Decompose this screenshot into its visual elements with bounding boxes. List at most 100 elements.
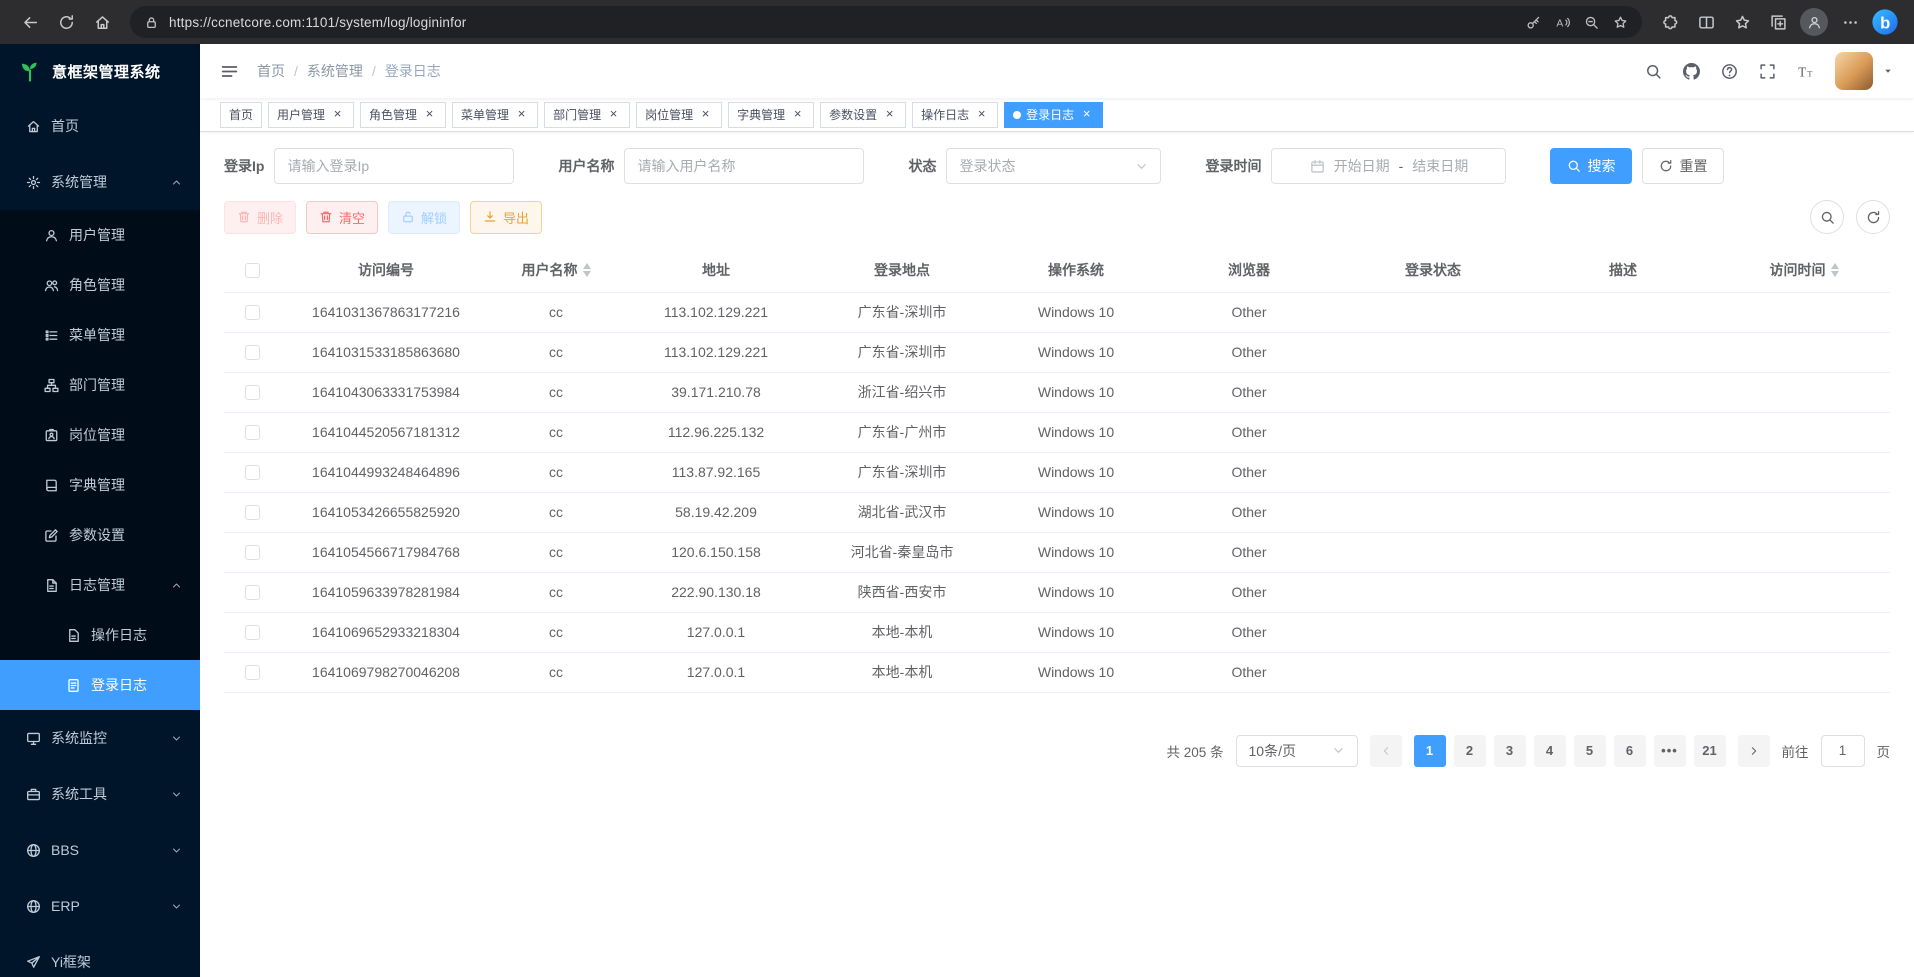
browser-menu-icon[interactable] <box>1832 5 1868 39</box>
page-button-4[interactable]: 4 <box>1534 735 1566 767</box>
close-icon[interactable]: × <box>1079 107 1094 122</box>
font-size-icon[interactable]: TT <box>1797 63 1814 80</box>
sidebar-item-dict-mgmt[interactable]: 字典管理 <box>0 460 200 510</box>
sort-carets-icon[interactable] <box>1831 263 1839 277</box>
page-button-6[interactable]: 6 <box>1614 735 1646 767</box>
sidebar-item-operation-log[interactable]: 操作日志 <box>0 610 200 660</box>
split-screen-icon[interactable] <box>1688 5 1724 39</box>
tab-role-mgmt[interactable]: 角色管理× <box>360 102 446 128</box>
close-icon[interactable]: × <box>882 107 897 122</box>
password-key-icon[interactable] <box>1526 15 1541 30</box>
page-button-5[interactable]: 5 <box>1574 735 1606 767</box>
sidebar-item-yi-framework[interactable]: Yi框架 <box>0 934 200 977</box>
browser-back-icon[interactable] <box>12 5 48 39</box>
collections-icon[interactable] <box>1760 5 1796 39</box>
tab-menu-mgmt[interactable]: 菜单管理× <box>452 102 538 128</box>
row-checkbox[interactable] <box>245 665 260 680</box>
row-checkbox[interactable] <box>245 585 260 600</box>
bing-icon[interactable]: b <box>1868 5 1902 39</box>
read-aloud-icon[interactable]: A <box>1555 15 1570 30</box>
close-icon[interactable]: × <box>606 107 621 122</box>
pages-more-button[interactable]: ••• <box>1654 735 1686 767</box>
tab-login-log[interactable]: 登录日志× <box>1004 102 1103 128</box>
date-range-picker[interactable]: 开始日期 - 结束日期 <box>1271 148 1506 184</box>
sidebar-item-user-mgmt[interactable]: 用户管理 <box>0 210 200 260</box>
sidebar-item-role-mgmt[interactable]: 角色管理 <box>0 260 200 310</box>
row-checkbox[interactable] <box>245 305 260 320</box>
tab-post-mgmt[interactable]: 岗位管理× <box>636 102 722 128</box>
select-all-checkbox[interactable] <box>245 263 260 278</box>
row-checkbox[interactable] <box>245 425 260 440</box>
row-checkbox[interactable] <box>245 625 260 640</box>
page-button-3[interactable]: 3 <box>1494 735 1526 767</box>
refresh-table-button[interactable] <box>1856 200 1890 234</box>
unlock-button[interactable]: 解锁 <box>388 201 460 234</box>
prev-page-button[interactable] <box>1370 735 1402 767</box>
tab-user-mgmt[interactable]: 用户管理× <box>268 102 354 128</box>
tab-param-settings[interactable]: 参数设置× <box>820 102 906 128</box>
fullscreen-icon[interactable] <box>1759 63 1776 80</box>
clear-button[interactable]: 清空 <box>306 201 378 234</box>
extensions-icon[interactable] <box>1652 5 1688 39</box>
row-checkbox[interactable] <box>245 545 260 560</box>
sidebar-item-menu-mgmt[interactable]: 菜单管理 <box>0 310 200 360</box>
row-checkbox[interactable] <box>245 345 260 360</box>
close-icon[interactable]: × <box>422 107 437 122</box>
browser-address-bar[interactable]: https://ccnetcore.com:1101/system/log/lo… <box>130 6 1642 38</box>
zoom-out-icon[interactable] <box>1584 15 1599 30</box>
breadcrumb-home[interactable]: 首页 <box>257 61 307 81</box>
sidebar-item-system-tools[interactable]: 系统工具 <box>0 766 200 822</box>
sidebar-item-log-mgmt[interactable]: 日志管理 <box>0 560 200 610</box>
tab-dept-mgmt[interactable]: 部门管理× <box>544 102 630 128</box>
sidebar-item-system-monitor[interactable]: 系统监控 <box>0 710 200 766</box>
ip-input[interactable] <box>287 158 501 174</box>
url-text[interactable]: https://ccnetcore.com:1101/system/log/lo… <box>169 15 1512 30</box>
sidebar-toggle-button[interactable] <box>220 62 239 81</box>
browser-refresh-icon[interactable] <box>48 5 84 39</box>
column-header-time[interactable]: 访问时间 <box>1718 248 1890 292</box>
sidebar-item-login-log[interactable]: 登录日志 <box>0 660 200 710</box>
goto-page-input[interactable] <box>1821 735 1865 767</box>
column-header-user[interactable]: 用户名称 <box>492 248 620 292</box>
sidebar-item-param-settings[interactable]: 参数设置 <box>0 510 200 560</box>
page-button-2[interactable]: 2 <box>1454 735 1486 767</box>
row-checkbox[interactable] <box>245 385 260 400</box>
reset-button[interactable]: 重置 <box>1642 148 1724 184</box>
tab-home[interactable]: 首页 <box>220 102 262 128</box>
browser-profile-icon[interactable] <box>1800 8 1828 36</box>
tab-dict-mgmt[interactable]: 字典管理× <box>728 102 814 128</box>
close-icon[interactable]: × <box>698 107 713 122</box>
sidebar-item-post-mgmt[interactable]: 岗位管理 <box>0 410 200 460</box>
user-avatar[interactable] <box>1835 52 1873 90</box>
toggle-search-button[interactable] <box>1810 200 1844 234</box>
close-icon[interactable]: × <box>790 107 805 122</box>
row-checkbox[interactable] <box>245 465 260 480</box>
page-button-21[interactable]: 21 <box>1694 735 1726 767</box>
sidebar-item-bbs[interactable]: BBS <box>0 822 200 878</box>
breadcrumb-system-mgmt[interactable]: 系统管理 <box>307 61 385 81</box>
status-select[interactable]: 登录状态 <box>946 148 1161 184</box>
tab-operation-log[interactable]: 操作日志× <box>912 102 998 128</box>
close-icon[interactable]: × <box>514 107 529 122</box>
browser-home-icon[interactable] <box>84 5 120 39</box>
header-search-icon[interactable] <box>1645 63 1662 80</box>
close-icon[interactable]: × <box>974 107 989 122</box>
add-favorite-icon[interactable] <box>1613 15 1628 30</box>
avatar-caret-icon[interactable] <box>1882 65 1894 77</box>
close-icon[interactable]: × <box>330 107 345 122</box>
sidebar-item-system-mgmt[interactable]: 系统管理 <box>0 154 200 210</box>
next-page-button[interactable] <box>1738 735 1770 767</box>
username-input[interactable] <box>637 158 851 174</box>
github-icon[interactable] <box>1683 63 1700 80</box>
help-icon[interactable] <box>1721 63 1738 80</box>
sidebar-item-dept-mgmt[interactable]: 部门管理 <box>0 360 200 410</box>
end-date-placeholder[interactable]: 结束日期 <box>1412 156 1468 176</box>
delete-button[interactable]: 删除 <box>224 201 296 234</box>
page-size-select[interactable]: 10条/页 <box>1236 735 1358 767</box>
export-button[interactable]: 导出 <box>470 201 542 234</box>
row-checkbox[interactable] <box>245 505 260 520</box>
start-date-placeholder[interactable]: 开始日期 <box>1334 156 1390 176</box>
sidebar-item-erp[interactable]: ERP <box>0 878 200 934</box>
sidebar-item-home[interactable]: 首页 <box>0 98 200 154</box>
page-button-1[interactable]: 1 <box>1414 735 1446 767</box>
